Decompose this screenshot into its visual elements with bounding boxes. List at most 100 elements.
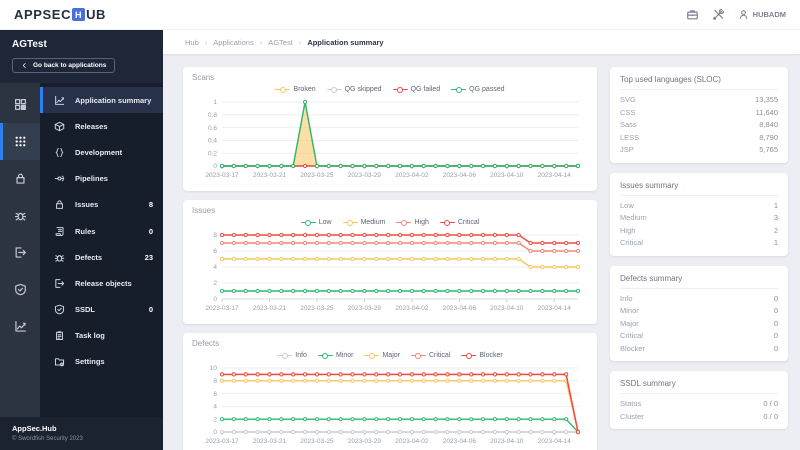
svg-text:2023-03-29: 2023-03-29 — [348, 172, 382, 179]
defects-chart-card: Defects Info Minor Major Critical Blocker 0 2… — [183, 333, 597, 450]
svg-text:8: 8 — [213, 378, 217, 385]
sidebar-item-label: Release objects — [75, 278, 132, 288]
legend-marker-icon — [275, 86, 291, 94]
legend-marker-icon — [342, 219, 358, 227]
back-button-label: Go back to applications — [33, 62, 107, 69]
legend-marker-icon — [300, 219, 316, 227]
rail-item-apps-grid[interactable] — [0, 123, 40, 160]
chevron-left-icon — [22, 63, 26, 68]
legend-item-medium[interactable]: Medium — [342, 219, 385, 227]
tools-icon[interactable] — [712, 8, 725, 21]
legend-item-qg-skipped[interactable]: QG skipped — [326, 86, 382, 94]
summary-row-label: Sass — [620, 120, 637, 129]
legend-item-blocker[interactable]: Blocker — [461, 352, 503, 360]
folder-gear-icon — [54, 358, 65, 367]
svg-text:2023-03-17: 2023-03-17 — [205, 305, 239, 312]
app-logo[interactable]: APPSEC H UB — [14, 7, 106, 22]
legend-marker-icon — [392, 86, 408, 94]
legend-marker-icon — [396, 219, 412, 227]
legend-item-qg-failed[interactable]: QG failed — [392, 86, 440, 94]
svg-text:2023-04-10: 2023-04-10 — [490, 438, 524, 445]
user-menu[interactable]: HUBADM — [738, 9, 786, 20]
legend-item-info[interactable]: Info — [277, 352, 307, 360]
summary-card-top-used-languages-sloc: Top used languages (SLOC) SVG 13,355 CSS 11,… — [610, 67, 788, 163]
chart-title: Scans — [192, 73, 215, 82]
briefcase-icon[interactable] — [686, 8, 699, 21]
sidebar-item-settings[interactable]: Settings — [40, 349, 163, 375]
sidebar-item-development[interactable]: Development — [40, 139, 163, 165]
summary-row-value: 5,765 — [759, 145, 778, 154]
code-braces-icon — [55, 148, 64, 157]
sidebar-item-label: Releases — [75, 121, 108, 131]
breadcrumb-agtest[interactable]: AGTest — [268, 38, 293, 47]
sidebar-item-issues[interactable]: Issues 8 — [40, 192, 163, 218]
rail-item-lock[interactable] — [0, 160, 40, 197]
username-label: HUBADM — [752, 10, 786, 19]
sidebar-item-releases[interactable]: Releases — [40, 113, 163, 139]
legend-item-major[interactable]: Major — [364, 352, 400, 360]
legend-marker-icon — [410, 352, 426, 360]
sidebar: AGTest Go back to applications Applicati… — [0, 30, 163, 450]
rail-item-shield-check[interactable] — [0, 271, 40, 308]
rail-item-dashboard[interactable] — [0, 86, 40, 123]
svg-text:2023-03-21: 2023-03-21 — [253, 172, 287, 179]
legend-label: Minor — [335, 352, 354, 359]
svg-text:0: 0 — [213, 163, 217, 170]
legend-item-high[interactable]: High — [396, 219, 429, 227]
svg-text:2023-04-06: 2023-04-06 — [443, 172, 477, 179]
sidebar-item-application-summary[interactable]: Application summary — [40, 87, 163, 114]
rail-item-exit[interactable] — [0, 234, 40, 271]
summary-row-value: 1 — [773, 200, 778, 210]
breadcrumb-separator: › — [204, 37, 208, 47]
svg-text:2023-04-14: 2023-04-14 — [538, 172, 572, 179]
breadcrumb: Hub › Applications › AGTest › Application summ… — [163, 30, 800, 54]
legend-label: Blocker — [479, 352, 503, 359]
summary-row-value: 0 — [773, 343, 778, 353]
sidebar-item-release-objects[interactable]: Release objects — [40, 270, 163, 296]
legend-label: Critical — [428, 352, 451, 359]
svg-text:2023-04-14: 2023-04-14 — [538, 305, 572, 312]
legend-item-critical[interactable]: Critical — [439, 219, 479, 227]
legend-item-minor[interactable]: Minor — [317, 352, 354, 360]
summary-column: Top used languages (SLOC) SVG 13,355 CSS 11,… — [610, 67, 788, 450]
logo-text-prefix: APPSEC — [14, 7, 72, 22]
footer-copyright: © Swordfish Security 2023 — [12, 436, 83, 442]
svg-text:2023-04-10: 2023-04-10 — [490, 305, 524, 312]
summary-row-label: Critical — [620, 238, 643, 247]
sidebar-item-badge: 0 — [148, 305, 153, 315]
summary-row-label: Minor — [620, 306, 639, 315]
logo-text-suffix: UB — [86, 7, 107, 22]
breadcrumb-applications[interactable]: Applications — [213, 38, 253, 47]
breadcrumb-hub[interactable]: Hub — [185, 38, 199, 47]
summary-row-value: 8,790 — [759, 132, 778, 142]
chevron-left-icon — [21, 62, 28, 69]
summary-card-title: Top used languages (SLOC) — [620, 75, 778, 90]
sidebar-item-ssdl[interactable]: SSDL 0 — [40, 297, 163, 323]
sidebar-item-task-log[interactable]: Task log — [40, 323, 163, 349]
legend-item-qg-passed[interactable]: QG passed — [451, 86, 505, 94]
summary-row-major: Major 0 — [620, 318, 778, 331]
sidebar-item-defects[interactable]: Defects 23 — [40, 244, 163, 270]
rail-item-bug[interactable] — [0, 197, 40, 234]
legend-item-low[interactable]: Low — [300, 219, 332, 227]
legend-item-broken[interactable]: Broken — [275, 86, 316, 94]
sidebar-item-label: Task log — [75, 331, 105, 341]
summary-row-value: 1 — [773, 238, 778, 247]
sidebar-item-pipelines[interactable]: Pipelines — [40, 166, 163, 192]
chart-legend: Info Minor Major Critical Blocker — [192, 349, 588, 362]
summary-card-title: Issues summary — [620, 181, 778, 196]
summary-row-label: Major — [620, 318, 639, 328]
summary-row-critical: Critical 0 — [620, 330, 778, 343]
chart-canvas: 0 2 4 6 8 10 2023-03-17 2023-03-21 2023-03-25 202… — [205, 365, 581, 445]
legend-item-critical[interactable]: Critical — [410, 352, 451, 360]
back-to-applications-button[interactable]: Go back to applications — [12, 58, 116, 73]
sidebar-item-rules[interactable]: Rules 0 — [40, 218, 163, 244]
summary-row-label: Status — [620, 399, 642, 408]
chart-canvas: 0 2 4 6 8 2023-03-17 2023-03-21 2023-03-25 2023-… — [205, 232, 581, 312]
rail-item-chart-line[interactable] — [0, 308, 40, 345]
sidebar-item-label: SSDL — [75, 305, 96, 315]
clipboard-icon — [56, 331, 63, 341]
main-area: Hub › Applications › AGTest › Application summ… — [163, 30, 800, 450]
svg-text:2023-03-25: 2023-03-25 — [300, 172, 334, 179]
legend-label: Low — [318, 219, 332, 226]
